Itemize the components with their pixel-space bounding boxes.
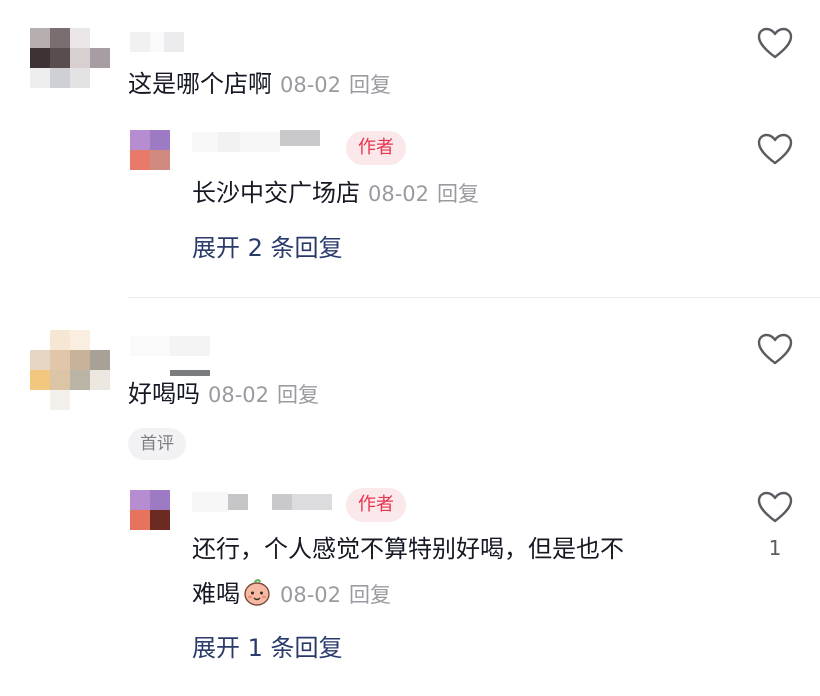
like-count: 1 <box>768 536 782 560</box>
author-avatar[interactable] <box>130 130 170 170</box>
like-button[interactable] <box>755 488 795 528</box>
comment-date: 08-02 <box>208 383 270 407</box>
reply-button[interactable]: 回复 <box>437 182 479 206</box>
comment-text: 好喝吗 <box>128 380 200 408</box>
commenter-avatar[interactable] <box>30 330 110 410</box>
reply-body-line2: 难喝 08-02 回复 <box>192 577 391 615</box>
heart-outline-icon <box>757 333 793 365</box>
comment-text: 这是哪个店啊 <box>128 70 272 98</box>
commenter-username[interactable] <box>130 32 184 52</box>
first-comment-badge: 首评 <box>128 428 186 460</box>
smiling-face-emoji <box>242 577 272 615</box>
heart-outline-icon <box>757 491 793 523</box>
author-badge: 作者 <box>346 131 406 165</box>
reply-text: 难喝 <box>192 580 240 608</box>
reply-button[interactable]: 回复 <box>349 73 391 97</box>
reply-date: 08-02 <box>368 182 430 206</box>
author-badge: 作者 <box>346 488 406 522</box>
expand-replies-link[interactable]: 展开 1 条回复 <box>192 632 343 664</box>
heart-outline-icon <box>757 27 793 59</box>
commenter-username[interactable] <box>130 336 210 356</box>
comment-date: 08-02 <box>280 73 342 97</box>
author-username[interactable] <box>192 130 320 152</box>
divider <box>128 297 820 298</box>
like-button[interactable] <box>755 24 795 64</box>
comment-body: 这是哪个店啊 08-02 回复 <box>128 68 391 101</box>
like-button[interactable] <box>755 130 795 170</box>
username-fragment <box>170 370 210 376</box>
commenter-avatar[interactable] <box>30 28 110 88</box>
author-username[interactable] <box>192 492 332 512</box>
reply-text: 还行，个人感觉不算特别好喝，但是也不 <box>192 535 624 563</box>
expand-replies-link[interactable]: 展开 2 条回复 <box>192 232 343 264</box>
comment-body: 好喝吗 08-02 回复 <box>128 378 319 411</box>
author-avatar[interactable] <box>130 490 170 530</box>
heart-outline-icon <box>757 133 793 165</box>
reply-button[interactable]: 回复 <box>277 383 319 407</box>
reply-text: 长沙中交广场店 <box>192 179 360 207</box>
like-button[interactable] <box>755 330 795 370</box>
reply-button[interactable]: 回复 <box>349 583 391 607</box>
reply-date: 08-02 <box>280 583 342 607</box>
reply-body: 长沙中交广场店 08-02 回复 <box>192 177 479 210</box>
reply-body-line1: 还行，个人感觉不算特别好喝，但是也不 <box>192 533 624 565</box>
